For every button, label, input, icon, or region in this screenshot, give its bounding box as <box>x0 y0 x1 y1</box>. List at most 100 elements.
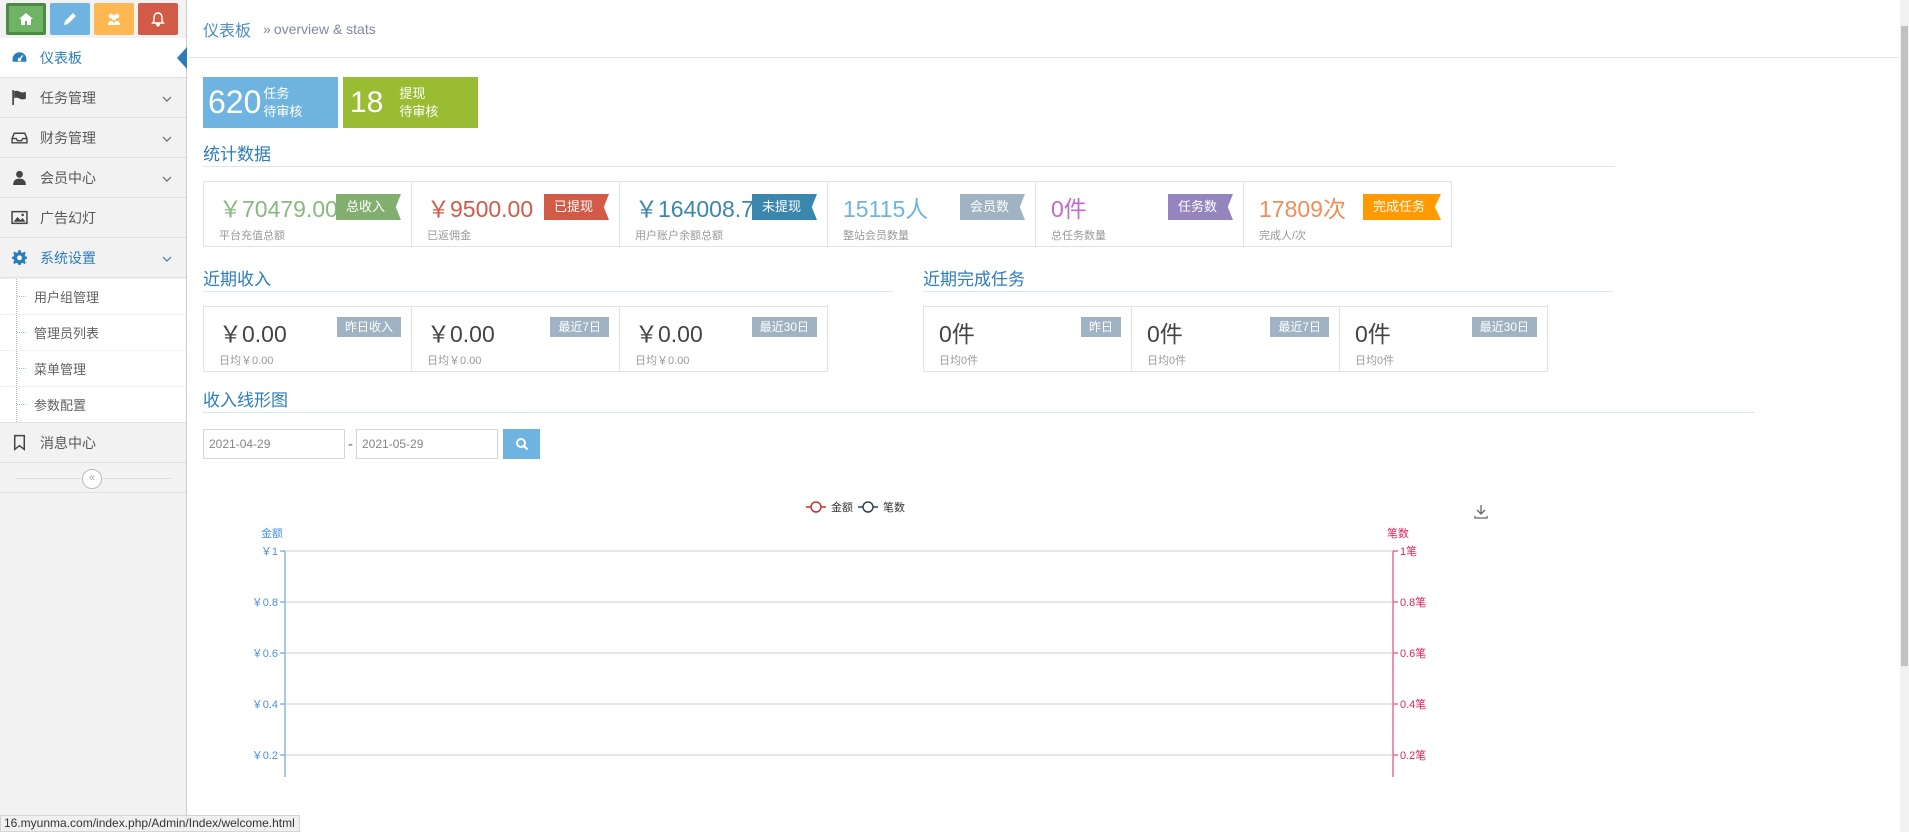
breadcrumb-home[interactable]: 仪表板 <box>203 17 251 41</box>
pending-stats: 620 任务 待审核 18 提现 待审核 <box>203 77 1894 128</box>
inbox-icon <box>10 129 28 147</box>
sidebar-item-label: 仪表板 <box>40 49 82 66</box>
recent-stats: 近期收入 ￥0.00 日均￥0.00 昨日收入 ￥0.00 日均￥0.00 最近… <box>203 253 1894 372</box>
pending-withdrawals-box[interactable]: 18 提现 待审核 <box>343 77 478 128</box>
chevron-down-icon <box>162 251 172 267</box>
bookmark-icon <box>10 434 28 452</box>
stat-badge: 昨日收入 <box>336 317 401 337</box>
image-icon <box>10 209 28 227</box>
stat-badge: 会员数 <box>959 194 1025 220</box>
chevron-down-icon <box>162 131 172 147</box>
collapse-icon[interactable]: « <box>82 469 102 489</box>
sidebar-item-messages[interactable]: 消息中心 <box>0 423 186 463</box>
stat-sublabel: 平台充值总额 <box>219 230 285 242</box>
stat-badge: 昨日 <box>1080 317 1121 337</box>
legend-label: 笔数 <box>883 500 905 514</box>
download-icon[interactable] <box>1474 505 1488 519</box>
stat-card-withdrawn: ￥9500.00 已返佣金 已提现 <box>411 181 620 247</box>
sidebar-item-label: 任务管理 <box>40 89 96 106</box>
stat-sublabel: 整站会员数量 <box>843 230 909 242</box>
pending-withdrawals-count: 18 <box>350 85 384 119</box>
date-to-input[interactable] <box>356 429 498 459</box>
legend-marker <box>810 501 822 513</box>
left-tick-label: ￥0.8 <box>252 597 278 609</box>
stat-sublabel: 总任务数量 <box>1051 230 1106 242</box>
stat-sublabel: 日均0件 <box>1355 355 1395 367</box>
sidebar: 仪表板 任务管理 财务管理 会员中心 广告幻灯 系统设置 用户组管理 管理员列表… <box>0 0 187 832</box>
sidebar-item-tasks[interactable]: 任务管理 <box>0 78 186 118</box>
stat-card-task-count: 0件 总任务数量 任务数 <box>1035 181 1244 247</box>
sidebar-item-members[interactable]: 会员中心 <box>0 158 186 198</box>
stat-badge: 总收入 <box>335 194 401 220</box>
left-tick-label: ￥0.6 <box>252 648 278 660</box>
stat-sublabel: 日均0件 <box>939 355 979 367</box>
stat-sublabel: 用户账户余额总额 <box>635 230 723 242</box>
pending-tasks-label: 任务 <box>263 85 290 101</box>
sidebar-item-finance[interactable]: 财务管理 <box>0 118 186 158</box>
stat-card-total-income: ￥70479.00 平台充值总额 总收入 <box>203 181 412 247</box>
page-body: 620 任务 待审核 18 提现 待审核 统计数据 ￥70479.00 平台充值总额… <box>188 58 1909 459</box>
submenu-item-label: 管理员列表 <box>34 326 100 341</box>
shortcut-bar <box>0 0 186 38</box>
stat-badge: 已提现 <box>543 194 609 220</box>
users-shortcut-button[interactable] <box>94 3 134 35</box>
left-tick-label: ￥0.4 <box>252 699 278 711</box>
right-tick-label: 1笔 <box>1400 544 1417 558</box>
stat-sublabel: 日均￥0.00 <box>427 355 482 367</box>
sidebar-nav-bottom: 消息中心 <box>0 423 186 463</box>
pending-tasks-count: 620 <box>208 84 262 120</box>
home-icon <box>19 13 33 25</box>
submenu-item-params[interactable]: 参数配置 <box>0 386 186 422</box>
home-shortcut-button[interactable] <box>6 3 46 35</box>
stat-sublabel: 日均￥0.00 <box>635 355 690 367</box>
submenu-item-admins[interactable]: 管理员列表 <box>0 314 186 350</box>
settings-submenu: 用户组管理 管理员列表 菜单管理 参数配置 <box>0 278 186 423</box>
flag-icon <box>10 89 28 107</box>
search-icon <box>515 438 528 451</box>
stat-card-completed: 17809次 完成人/次 完成任务 <box>1243 181 1452 247</box>
recent-tasks: 近期完成任务 0件 日均0件 昨日 0件 日均0件 最近7日 0件 日均0件 最… <box>923 253 1613 372</box>
right-axis-label: 笔数 <box>1387 526 1409 540</box>
submenu-item-usergroups[interactable]: 用户组管理 <box>0 278 186 314</box>
stat-sublabel: 日均0件 <box>1147 355 1187 367</box>
stat-sublabel: 日均￥0.00 <box>219 355 274 367</box>
stat-card-members: 15115人 整站会员数量 会员数 <box>827 181 1036 247</box>
search-button[interactable] <box>503 429 540 459</box>
sidebar-collapse-bar: « <box>0 463 186 493</box>
date-filter: - <box>203 429 1894 459</box>
chevron-down-icon <box>162 91 172 107</box>
stat-badge: 任务数 <box>1167 194 1233 220</box>
left-tick-label: ￥1 <box>261 546 278 558</box>
income-line-chart: ￥1 1笔￥0.8 0.8笔￥0.6 0.6笔￥0.4 0.4笔￥0.2 0.2笔金额 笔数… <box>252 500 1488 777</box>
stat-sublabel: 完成人/次 <box>1259 230 1307 242</box>
bell-shortcut-button[interactable] <box>138 3 178 35</box>
right-tick-label: 0.6笔 <box>1400 646 1426 660</box>
date-range-dash: - <box>348 435 353 453</box>
pending-tasks-box[interactable]: 620 任务 待审核 <box>203 77 338 128</box>
recent-tasks-title: 近期完成任务 <box>923 265 1613 292</box>
sidebar-item-dashboard[interactable]: 仪表板 <box>0 38 187 78</box>
breadcrumb: 仪表板 » overview & stats <box>188 0 1909 58</box>
sidebar-nav: 仪表板 任务管理 财务管理 会员中心 广告幻灯 系统设置 <box>0 38 187 278</box>
sidebar-item-settings[interactable]: 系统设置 <box>0 238 186 278</box>
submenu-item-label: 菜单管理 <box>34 362 87 377</box>
sidebar-item-label: 会员中心 <box>40 169 96 186</box>
date-from-input[interactable] <box>203 429 345 459</box>
sidebar-item-label: 广告幻灯 <box>40 209 96 226</box>
scrollbar-thumb[interactable] <box>1901 26 1908 666</box>
submenu-item-menus[interactable]: 菜单管理 <box>0 350 186 386</box>
dashboard-icon <box>10 49 28 67</box>
stat-badge: 最近7日 <box>1270 317 1329 337</box>
pending-withdrawals-label: 提现 <box>399 85 426 101</box>
sidebar-item-label: 财务管理 <box>40 129 96 146</box>
stat-badge: 最近30日 <box>751 317 817 337</box>
stat-sublabel: 已返佣金 <box>427 230 471 242</box>
main-content: 仪表板 » overview & stats 620 任务 待审核 18 提现 待审… <box>188 0 1909 832</box>
users-icon <box>108 13 120 25</box>
legend-marker <box>862 501 874 513</box>
pencil-shortcut-button[interactable] <box>50 3 90 35</box>
sidebar-item-banners[interactable]: 广告幻灯 <box>0 198 186 238</box>
recent-income: 近期收入 ￥0.00 日均￥0.00 昨日收入 ￥0.00 日均￥0.00 最近… <box>203 253 893 372</box>
vertical-scrollbar[interactable] <box>1900 0 1909 832</box>
stats-row: ￥70479.00 平台充值总额 总收入 ￥9500.00 已返佣金 已提现 ￥… <box>203 181 1894 247</box>
